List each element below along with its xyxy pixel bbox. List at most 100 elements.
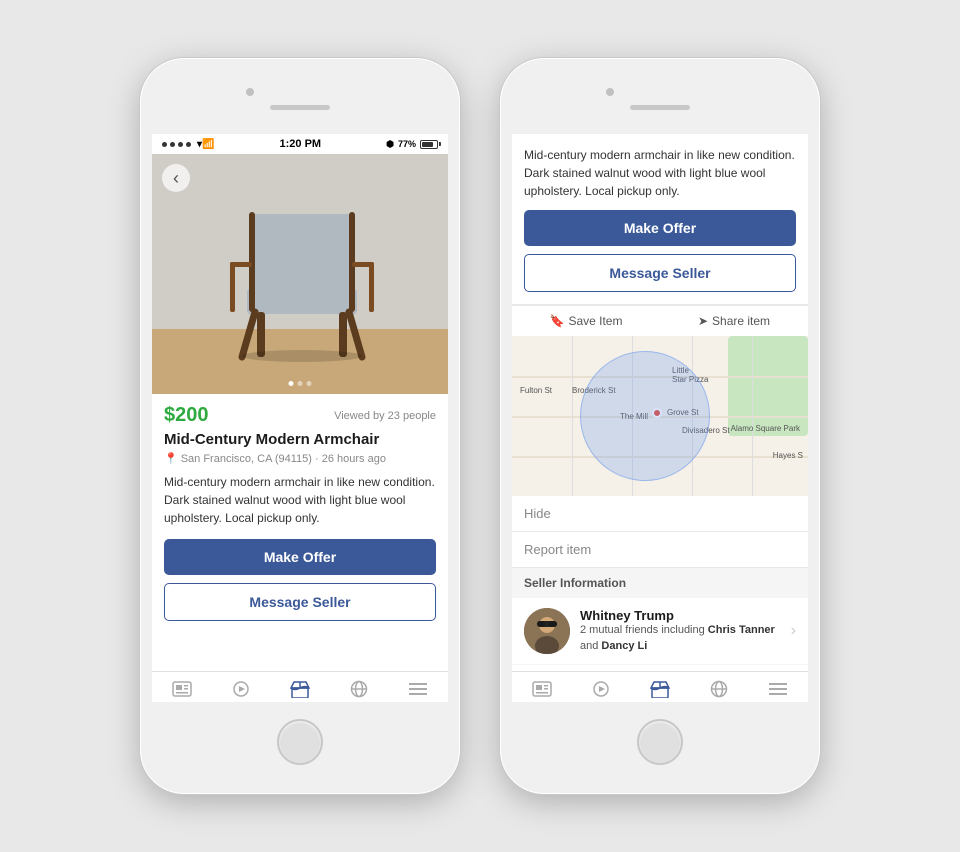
location-radius-circle — [580, 351, 710, 481]
right-nav-news[interactable] — [512, 680, 571, 698]
product-info: $200 Viewed by 23 people Mid-Century Mod… — [152, 394, 448, 631]
home-button[interactable] — [277, 719, 323, 765]
seller-chevron-icon: › — [791, 622, 796, 640]
product-description: Mid-century modern armchair in like new … — [164, 473, 436, 527]
hayes-label: Hayes S — [773, 451, 803, 460]
left-screen-content: ‹ $200 Viewed by 23 people Mid-Century M… — [152, 154, 448, 671]
status-time: 1:20 PM — [280, 138, 322, 150]
bookmark-icon: 🔖 — [550, 314, 565, 328]
seller-section: Whitney Trump 2 mutual friends including… — [512, 598, 808, 664]
right-home-button[interactable] — [637, 719, 683, 765]
fulton-st-label: Fulton St — [520, 386, 552, 395]
product-meta: 📍 San Francisco, CA (94115) · 26 hours a… — [164, 452, 436, 465]
nav-marketplace[interactable] — [270, 680, 329, 698]
make-offer-button[interactable]: Make Offer — [164, 539, 436, 575]
map-grid: LittleStar Pizza Fulton St Grove St Alam… — [512, 336, 808, 496]
save-label: Save Item — [568, 314, 622, 328]
right-marketplace-icon — [650, 680, 670, 698]
signal-dot-4 — [186, 142, 191, 147]
right-nav-menu[interactable] — [749, 680, 808, 698]
right-nav-marketplace[interactable] — [630, 680, 689, 698]
right-speaker — [630, 105, 690, 110]
globe-icon — [350, 680, 368, 698]
nav-news[interactable] — [152, 680, 211, 698]
signal-dot-3 — [178, 142, 183, 147]
detail-description: Mid-century modern armchair in like new … — [524, 146, 796, 200]
save-share-row: 🔖 Save Item ➤ Share item — [512, 305, 808, 336]
message-seller-button[interactable]: Message Seller — [164, 583, 436, 621]
report-item-button[interactable]: Report item — [512, 532, 808, 568]
marketplace-icon — [290, 680, 310, 698]
nav-globe[interactable] — [330, 680, 389, 698]
share-item-button[interactable]: ➤ Share item — [660, 314, 808, 328]
battery-percent: 77% — [398, 139, 416, 149]
nav-menu[interactable] — [389, 680, 448, 698]
signal-dot-1 — [162, 142, 167, 147]
share-label: Share item — [712, 314, 770, 328]
avatar-illustration — [524, 608, 570, 654]
street-v1 — [572, 336, 573, 496]
alamo-sq-label: Alamo Square Park — [731, 424, 800, 433]
map-park — [728, 336, 808, 436]
right-news-icon — [532, 681, 552, 697]
street-v4 — [752, 336, 753, 496]
phone-top-bezel — [152, 70, 448, 134]
right-make-offer-button[interactable]: Make Offer — [524, 210, 796, 246]
product-title: Mid-Century Modern Armchair — [164, 431, 436, 448]
seller-section-title: Seller Information — [524, 576, 626, 590]
seller-name: Whitney Trump — [580, 608, 781, 623]
save-item-button[interactable]: 🔖 Save Item — [512, 314, 660, 328]
speaker — [270, 105, 330, 110]
left-phone: ▾📶 1:20 PM ⬢ 77% — [140, 58, 460, 794]
right-front-camera — [606, 88, 614, 96]
location-icon: 📍 — [164, 452, 178, 465]
seller-info: Whitney Trump 2 mutual friends including… — [580, 608, 781, 654]
signal-area: ▾📶 — [162, 139, 214, 150]
nav-video[interactable] — [211, 680, 270, 698]
dot-1 — [289, 381, 294, 386]
wifi-icon: ▾📶 — [197, 139, 214, 150]
battery-icon — [420, 140, 438, 149]
seller-section-header: Seller Information — [512, 568, 808, 598]
image-carousel-dots — [289, 381, 312, 386]
right-bottom-navigation — [512, 671, 808, 702]
dot-2 — [298, 381, 303, 386]
seller-row[interactable]: Whitney Trump 2 mutual friends including… — [524, 608, 796, 654]
right-nav-globe[interactable] — [690, 680, 749, 698]
right-phone: Mid-century modern armchair in like new … — [500, 58, 820, 794]
product-views: Viewed by 23 people — [334, 410, 436, 422]
status-bar: ▾📶 1:20 PM ⬢ 77% — [152, 134, 448, 154]
hide-button[interactable]: Hide — [512, 496, 808, 532]
signal-dot-2 — [170, 142, 175, 147]
battery-area: ⬢ 77% — [386, 139, 438, 150]
right-message-seller-button[interactable]: Message Seller — [524, 254, 796, 292]
right-phone-top-bezel — [512, 70, 808, 134]
price-row: $200 Viewed by 23 people — [164, 404, 436, 427]
right-video-icon — [591, 681, 611, 697]
bottom-navigation — [152, 671, 448, 702]
product-location: San Francisco, CA (94115) · 26 hours ago — [181, 453, 386, 465]
phone-bottom-bezel — [152, 702, 448, 782]
seller-avatar — [524, 608, 570, 654]
share-icon: ➤ — [698, 314, 708, 328]
right-phone-bottom-bezel — [512, 702, 808, 782]
back-button[interactable]: ‹ — [162, 164, 190, 192]
bluetooth-icon: ⬢ — [386, 139, 394, 150]
location-map[interactable]: LittleStar Pizza Fulton St Grove St Alam… — [512, 336, 808, 496]
menu-icon — [409, 682, 427, 696]
news-icon — [172, 681, 192, 697]
left-screen: ▾📶 1:20 PM ⬢ 77% — [152, 134, 448, 702]
right-screen: Mid-century modern armchair in like new … — [512, 134, 808, 702]
right-globe-icon — [710, 680, 728, 698]
right-nav-video[interactable] — [571, 680, 630, 698]
battery-fill — [422, 142, 433, 147]
dot-3 — [307, 381, 312, 386]
chair-illustration — [152, 154, 448, 394]
detail-header: Mid-century modern armchair in like new … — [512, 134, 808, 305]
seller-mutual-friends: 2 mutual friends including Chris Tanner … — [580, 623, 781, 654]
video-icon — [231, 681, 251, 697]
product-price: $200 — [164, 404, 209, 427]
product-image: ‹ — [152, 154, 448, 394]
front-camera — [246, 88, 254, 96]
right-screen-content: Mid-century modern armchair in like new … — [512, 134, 808, 671]
